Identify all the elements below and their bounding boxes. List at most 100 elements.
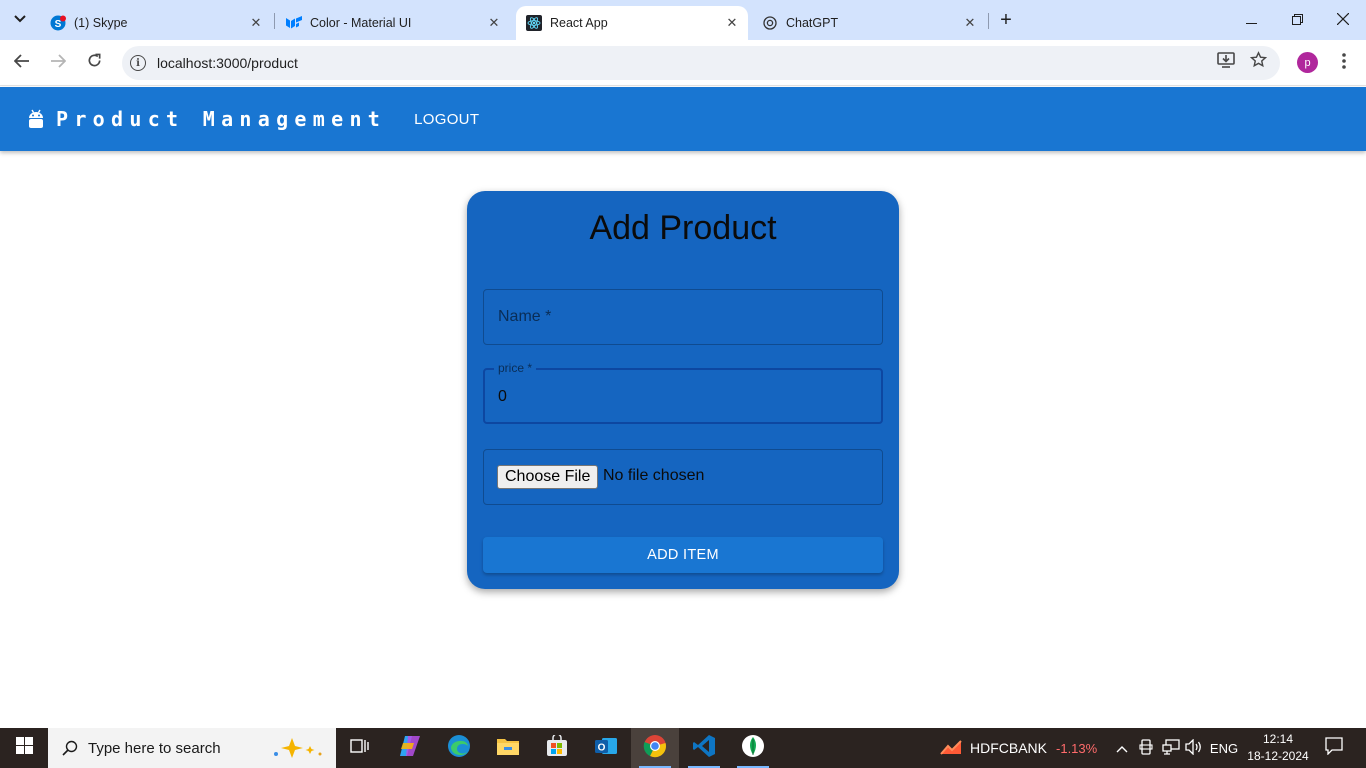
taskbar-edge[interactable] <box>435 728 483 768</box>
arrow-left-icon <box>13 53 30 73</box>
name-field[interactable]: Name * <box>483 289 883 345</box>
chrome-icon <box>643 734 667 763</box>
close-icon[interactable]: ✕ <box>486 15 502 31</box>
bookmark-button[interactable] <box>1246 50 1270 74</box>
tray-volume[interactable] <box>1184 728 1204 768</box>
close-icon[interactable]: ✕ <box>248 15 264 31</box>
restore-button[interactable] <box>1274 0 1320 40</box>
taskbar-vscode[interactable] <box>680 728 728 768</box>
browser-menu-button[interactable] <box>1334 50 1354 76</box>
close-icon[interactable]: ✕ <box>724 15 740 31</box>
store-icon <box>546 732 568 762</box>
clock-date: 18-12-2024 <box>1247 749 1309 763</box>
name-placeholder: Name * <box>498 308 552 325</box>
taskbar-copilot[interactable] <box>386 728 434 768</box>
arrow-right-icon <box>50 53 67 73</box>
taskbar-clock[interactable]: 12:14 18-12-2024 <box>1246 731 1310 765</box>
folder-icon <box>496 736 520 761</box>
page-content: Product Management LOGOUT Add Product Na… <box>0 87 1366 728</box>
file-field: Choose File No file chosen <box>483 449 883 505</box>
new-tab-button[interactable]: + <box>994 9 1018 31</box>
install-icon <box>1217 51 1235 73</box>
taskbar-outlook[interactable]: O <box>582 728 630 768</box>
price-value: 0 <box>498 388 507 405</box>
svg-text:S: S <box>55 19 62 30</box>
tab-material-ui[interactable]: Color - Material UI ✕ <box>276 6 510 40</box>
tray-network[interactable] <box>1160 728 1182 768</box>
tab-chatgpt[interactable]: ChatGPT ✕ <box>752 6 986 40</box>
sparkle-icon <box>270 736 326 766</box>
app-bar: Product Management LOGOUT <box>0 87 1366 151</box>
chevron-down-icon <box>14 14 26 26</box>
close-icon <box>1336 12 1350 28</box>
choose-file-button[interactable]: Choose File <box>497 465 599 489</box>
stock-widget[interactable]: HDFCBANK -1.13% <box>940 738 1097 758</box>
material-ui-icon <box>286 15 302 31</box>
profile-avatar[interactable]: p <box>1297 52 1318 73</box>
app-brand-title[interactable]: Product Management <box>56 107 386 131</box>
copilot-icon <box>398 735 422 762</box>
reload-icon <box>87 53 102 73</box>
notification-icon <box>1325 736 1343 760</box>
taskbar-store[interactable] <box>533 728 581 768</box>
taskbar-mongodb-compass[interactable] <box>729 728 777 768</box>
tray-device[interactable] <box>1136 728 1156 768</box>
volume-icon <box>1185 737 1203 758</box>
price-label: price * <box>494 361 537 375</box>
more-vertical-icon <box>1342 52 1346 74</box>
clock-time: 12:14 <box>1262 732 1294 746</box>
tray-language[interactable]: ENG <box>1206 728 1242 768</box>
close-window-button[interactable] <box>1320 0 1366 40</box>
forward-button[interactable] <box>44 49 72 77</box>
browser-toolbar: i localhost:3000/product p <box>0 40 1366 86</box>
tab-title: ChatGPT <box>786 16 839 30</box>
star-icon <box>1249 51 1267 73</box>
search-placeholder: Type here to search <box>88 739 221 757</box>
skype-icon: S <box>50 15 66 31</box>
tab-separator <box>988 13 989 29</box>
chevron-up-icon <box>1116 741 1128 756</box>
svg-text:O: O <box>598 742 606 753</box>
stock-change: -1.13% <box>1056 740 1098 756</box>
form-title: Add Product <box>589 209 777 247</box>
minimize-button[interactable] <box>1228 0 1274 40</box>
mongodb-icon <box>741 734 765 763</box>
install-app-button[interactable] <box>1214 50 1238 74</box>
close-icon[interactable]: ✕ <box>962 15 978 31</box>
task-view-button[interactable] <box>336 728 384 768</box>
address-bar[interactable]: i localhost:3000/product <box>122 46 1280 80</box>
browser-tab-strip: S (1) Skype ✕ Color - Material UI ✕ Reac… <box>0 0 1366 40</box>
file-status-text: No file chosen <box>603 467 705 484</box>
tab-search-button[interactable] <box>6 7 34 33</box>
windows-taskbar: Type here to search O HDFCBANK -1.13% EN… <box>0 728 1366 768</box>
back-button[interactable] <box>8 49 36 77</box>
reload-button[interactable] <box>80 49 108 77</box>
notification-button[interactable] <box>1322 736 1346 760</box>
show-hidden-icons-button[interactable] <box>1112 728 1132 768</box>
tab-title: (1) Skype <box>74 16 128 30</box>
url-text: localhost:3000/product <box>157 55 298 71</box>
device-icon <box>1139 738 1153 758</box>
logout-button[interactable]: LOGOUT <box>408 105 485 134</box>
tab-title: React App <box>550 16 608 30</box>
search-icon <box>61 739 79 757</box>
tab-skype[interactable]: S (1) Skype ✕ <box>40 6 272 40</box>
restore-icon <box>1291 12 1303 28</box>
tab-react-app[interactable]: React App ✕ <box>516 6 748 40</box>
outlook-icon: O <box>594 735 618 762</box>
taskbar-search-box[interactable]: Type here to search <box>48 728 336 768</box>
react-icon <box>526 15 542 31</box>
tab-title: Color - Material UI <box>310 16 412 30</box>
site-info-icon[interactable]: i <box>130 55 146 71</box>
minimize-icon <box>1245 12 1257 28</box>
price-field[interactable]: price * 0 <box>483 361 883 424</box>
add-product-card: Add Product Name * price * 0 Choose File… <box>467 191 899 589</box>
tab-separator <box>274 13 275 29</box>
android-icon <box>27 108 45 130</box>
add-item-button[interactable]: ADD ITEM <box>483 537 883 573</box>
taskbar-chrome[interactable] <box>631 728 679 768</box>
chatgpt-icon <box>762 15 778 31</box>
start-button[interactable] <box>0 728 48 768</box>
vscode-icon <box>692 734 716 763</box>
taskbar-file-explorer[interactable] <box>484 728 532 768</box>
